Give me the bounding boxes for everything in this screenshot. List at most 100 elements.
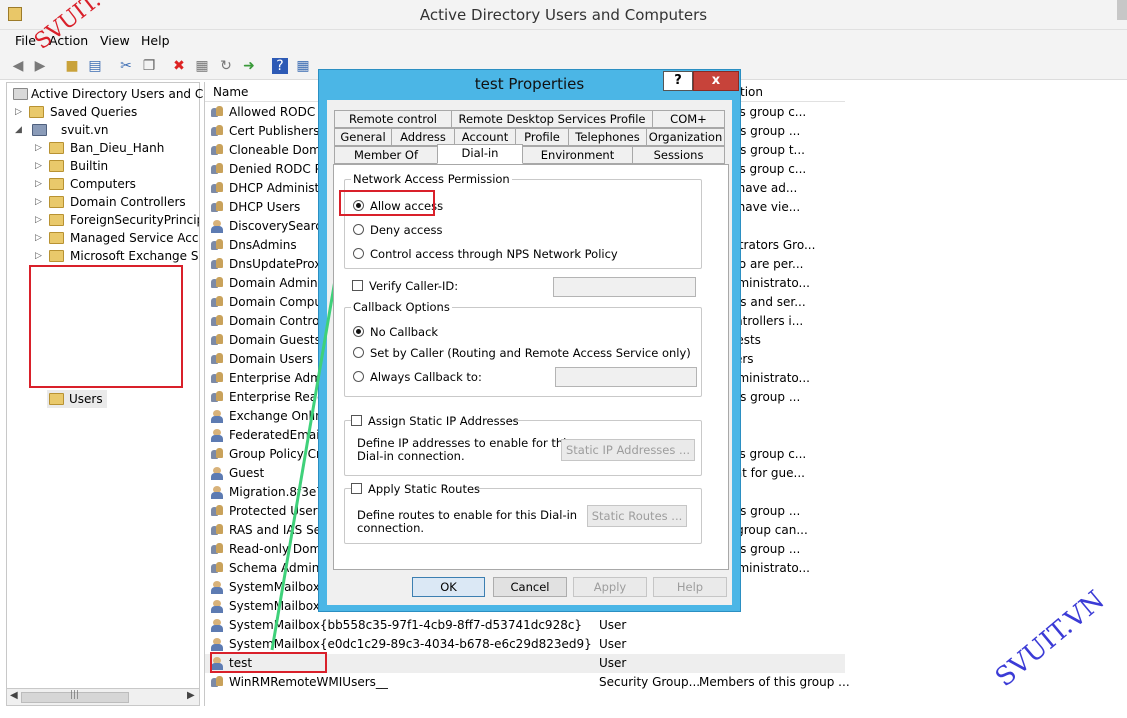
row-name: Domain Admins: [229, 276, 324, 290]
network-access-title: Network Access Permission: [351, 172, 512, 186]
row-name: Exchange Online: [229, 409, 331, 423]
expand-icon[interactable]: ▷: [35, 211, 45, 229]
expand-icon[interactable]: ▷: [35, 193, 45, 211]
folder-icon: [49, 214, 64, 226]
static-routes-option[interactable]: Apply Static Routes: [351, 481, 480, 497]
group-icon: [211, 258, 225, 271]
row-name: Cloneable Doma: [229, 143, 329, 157]
tree-item-domain-controllers[interactable]: ▷ Domain Controllers: [35, 193, 199, 211]
expand-icon[interactable]: ▷: [15, 103, 25, 121]
window-close-icon[interactable]: [1117, 0, 1127, 20]
network-access-group: Network Access Permission Allow access D…: [339, 172, 702, 269]
callback-number-input[interactable]: [555, 367, 697, 387]
tab-sessions[interactable]: Sessions: [632, 146, 725, 164]
tree-item-managed-service-accounts[interactable]: ▷ Managed Service Accounts: [35, 229, 199, 247]
tree-item-builtin[interactable]: ▷ Builtin: [35, 157, 199, 175]
tree-domain[interactable]: ◢ svuit.vn: [15, 121, 195, 139]
show-pane-icon[interactable]: ▦: [295, 58, 311, 74]
row-name: Denied RODC Pa: [229, 162, 329, 176]
ok-button[interactable]: OK: [412, 577, 485, 597]
static-ip-button[interactable]: Static IP Addresses ...: [561, 439, 695, 461]
expand-icon[interactable]: ▷: [35, 247, 45, 265]
scrollbar-thumb[interactable]: |||: [21, 690, 129, 703]
dialog-close-button[interactable]: x: [693, 71, 739, 91]
column-description[interactable]: tion: [740, 85, 763, 99]
delete-icon[interactable]: ✖: [171, 58, 187, 74]
dial-in-panel: Network Access Permission Allow access D…: [333, 164, 729, 570]
caller-id-input[interactable]: [553, 277, 696, 297]
properties-dialog: test Properties ? x Remote control Remot…: [318, 69, 741, 612]
expand-icon[interactable]: ▷: [35, 157, 45, 175]
tab-organization[interactable]: Organization: [646, 128, 725, 146]
tab-profile[interactable]: Profile: [515, 128, 569, 146]
tab-remote-control[interactable]: Remote control: [334, 110, 452, 128]
folder-icon: [49, 232, 64, 244]
console-tree-icon[interactable]: ▤: [87, 58, 103, 74]
tree-item-ban-dieu-hanh[interactable]: ▷ Ban_Dieu_Hanh: [35, 139, 199, 157]
group-icon: [211, 448, 225, 461]
scroll-right-icon[interactable]: ▶: [187, 690, 195, 701]
tree-horizontal-scrollbar[interactable]: ◀ ||| ▶: [6, 688, 200, 706]
tree-item-users[interactable]: Users: [47, 390, 107, 408]
help-icon[interactable]: ?: [272, 58, 288, 74]
cut-icon[interactable]: ✂: [118, 58, 134, 74]
expand-icon[interactable]: ▷: [35, 229, 45, 247]
highlight-test-row: [210, 652, 327, 673]
static-routes-checkbox[interactable]: [351, 483, 362, 494]
set-by-caller-radio[interactable]: [353, 347, 364, 358]
tab-general[interactable]: General: [334, 128, 392, 146]
verify-caller-id-checkbox[interactable]: [352, 280, 363, 291]
group-icon: [211, 182, 225, 195]
tab-environment[interactable]: Environment: [522, 146, 633, 164]
always-callback-radio[interactable]: [353, 371, 364, 382]
static-ip-checkbox[interactable]: [351, 415, 362, 426]
dialog-help-footer-button[interactable]: Help: [653, 577, 727, 597]
group-icon: [211, 543, 225, 556]
tab-telephones[interactable]: Telephones: [568, 128, 647, 146]
tab-dial-in[interactable]: Dial-in: [437, 144, 523, 164]
menu-view[interactable]: View: [100, 33, 130, 48]
deny-access-radio[interactable]: [353, 224, 364, 235]
table-row[interactable]: SystemMailbox{bb558c35-97f1-4cb9-8ff7-d5…: [205, 616, 845, 635]
tab-member-of[interactable]: Member Of: [334, 146, 438, 164]
group-icon: [211, 277, 225, 290]
row-name: SystemMailbox{bb558c35-97f1-4cb9-8ff7-d5…: [229, 618, 583, 632]
expand-icon[interactable]: ▷: [35, 175, 45, 193]
table-row[interactable]: WinRMRemoteWMIUsers__ Security Group... Me…: [205, 673, 850, 692]
tree-item-microsoft-exchange[interactable]: ▷ Microsoft Exchange Secu: [35, 247, 199, 265]
highlight-allow-access: [339, 190, 435, 216]
static-ip-option[interactable]: Assign Static IP Addresses: [351, 413, 519, 429]
static-routes-button[interactable]: Static Routes ...: [587, 505, 687, 527]
export-icon[interactable]: ➜: [241, 58, 257, 74]
copy-icon[interactable]: ❐: [141, 58, 157, 74]
forward-icon[interactable]: ▶: [32, 58, 48, 74]
row-name: Enterprise Read-: [229, 390, 330, 404]
row-name: WinRMRemoteWMIUsers__: [229, 675, 388, 689]
tree-saved-queries[interactable]: ▷ Saved Queries: [15, 103, 195, 121]
group-icon: [211, 562, 225, 575]
user-icon: [211, 638, 225, 651]
scroll-left-icon[interactable]: ◀: [10, 690, 18, 701]
no-callback-radio[interactable]: [353, 326, 364, 337]
tree-item-foreign-security-principals[interactable]: ▷ ForeignSecurityPrincipals: [35, 211, 199, 229]
tab-com-plus[interactable]: COM+: [652, 110, 725, 128]
column-name[interactable]: Name: [213, 85, 248, 99]
cancel-button[interactable]: Cancel: [493, 577, 567, 597]
properties-icon[interactable]: ▦: [194, 58, 210, 74]
collapse-icon[interactable]: ◢: [15, 121, 25, 139]
tab-rds-profile[interactable]: Remote Desktop Services Profile: [451, 110, 653, 128]
nps-policy-radio[interactable]: [353, 248, 364, 259]
folder-up-icon[interactable]: ■: [64, 58, 80, 74]
menu-help[interactable]: Help: [141, 33, 170, 48]
row-name: Group Policy Cre: [229, 447, 329, 461]
apply-button[interactable]: Apply: [573, 577, 647, 597]
row-name: Domain Guests: [229, 333, 321, 347]
expand-icon[interactable]: ▷: [35, 139, 45, 157]
tree-root[interactable]: Active Directory Users and Com: [11, 85, 222, 103]
tree-item-computers[interactable]: ▷ Computers: [35, 175, 199, 193]
refresh-icon[interactable]: ↻: [218, 58, 234, 74]
dialog-help-button[interactable]: ?: [663, 71, 693, 91]
back-icon[interactable]: ◀: [10, 58, 26, 74]
folder-icon: [49, 250, 64, 262]
row-name: Protected Users: [229, 504, 324, 518]
